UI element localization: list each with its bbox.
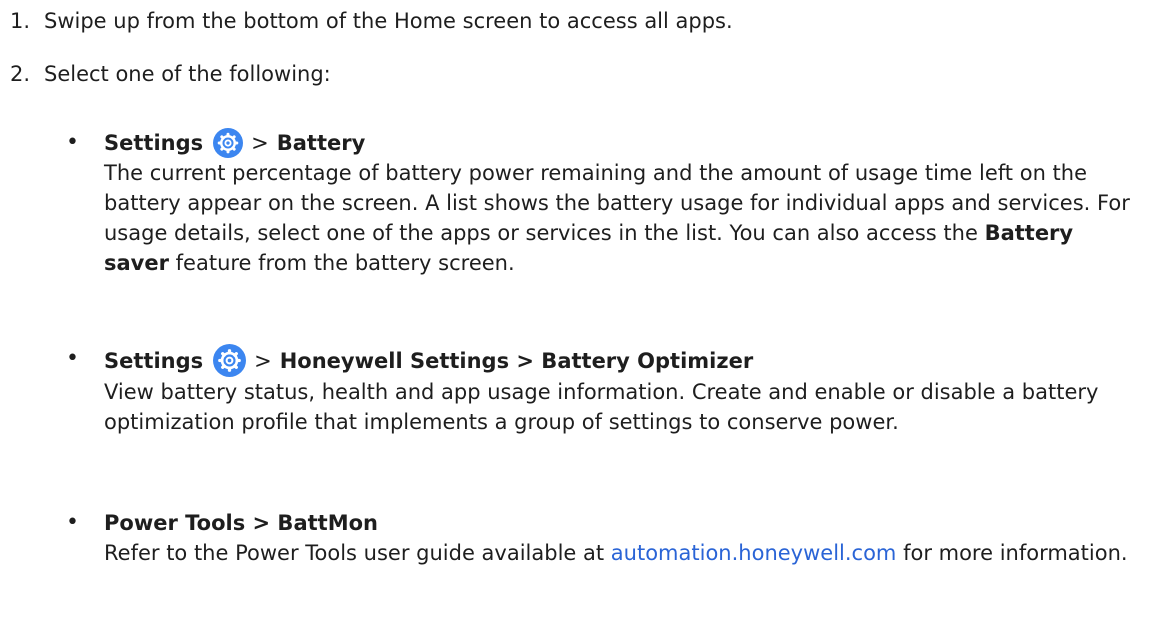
step-text: Swipe up from the bottom of the Home scr… xyxy=(44,9,733,33)
step-2: 2. Select one of the following: xyxy=(10,60,331,88)
menu-path-battery: Battery xyxy=(276,131,366,155)
option-heading: Settings > xyxy=(104,128,1136,158)
separator: > xyxy=(254,348,272,373)
step-text: Select one of the following: xyxy=(44,62,331,86)
step-number: 1. xyxy=(10,9,31,33)
step-1: 1. Swipe up from the bottom of the Home s… xyxy=(10,7,733,35)
option-description: The current percentage of battery power … xyxy=(104,158,1136,278)
menu-path-settings: Settings xyxy=(104,348,204,373)
option-heading: Settings > xyxy=(104,344,1136,377)
honeywell-link[interactable]: automation.honeywell.com xyxy=(611,541,897,565)
description-text: Refer to the Power Tools user guide avai… xyxy=(104,541,605,565)
option-settings-battery: • Settings > Battery The current percent… xyxy=(66,128,1136,278)
bullet-icon: • xyxy=(66,130,79,155)
bullet-icon: • xyxy=(66,346,79,371)
menu-path-settings: Settings xyxy=(104,131,204,155)
description-text: for more information. xyxy=(903,541,1128,565)
settings-gear-icon xyxy=(213,344,247,377)
description-text: feature from the battery screen. xyxy=(175,251,515,275)
description-text: The current percentage of battery power … xyxy=(104,161,1130,245)
option-power-tools-battmon: • Power Tools > BattMon Refer to the Pow… xyxy=(66,508,1136,568)
option-description: Refer to the Power Tools user guide avai… xyxy=(104,538,1136,568)
settings-gear-icon xyxy=(213,128,244,158)
menu-path-honeywell-battery-optimizer: Honeywell Settings > Battery Optimizer xyxy=(279,348,754,373)
option-battery-optimizer: • Settings > Honeywell Settings > Batter… xyxy=(66,344,1136,437)
option-heading: Power Tools > BattMon xyxy=(104,508,1136,538)
option-description: View battery status, health and app usag… xyxy=(104,380,1099,434)
menu-path-power-tools-battmon: Power Tools > BattMon xyxy=(104,511,378,535)
separator: > xyxy=(251,131,269,155)
step-number: 2. xyxy=(10,62,31,86)
bullet-icon: • xyxy=(66,510,79,535)
